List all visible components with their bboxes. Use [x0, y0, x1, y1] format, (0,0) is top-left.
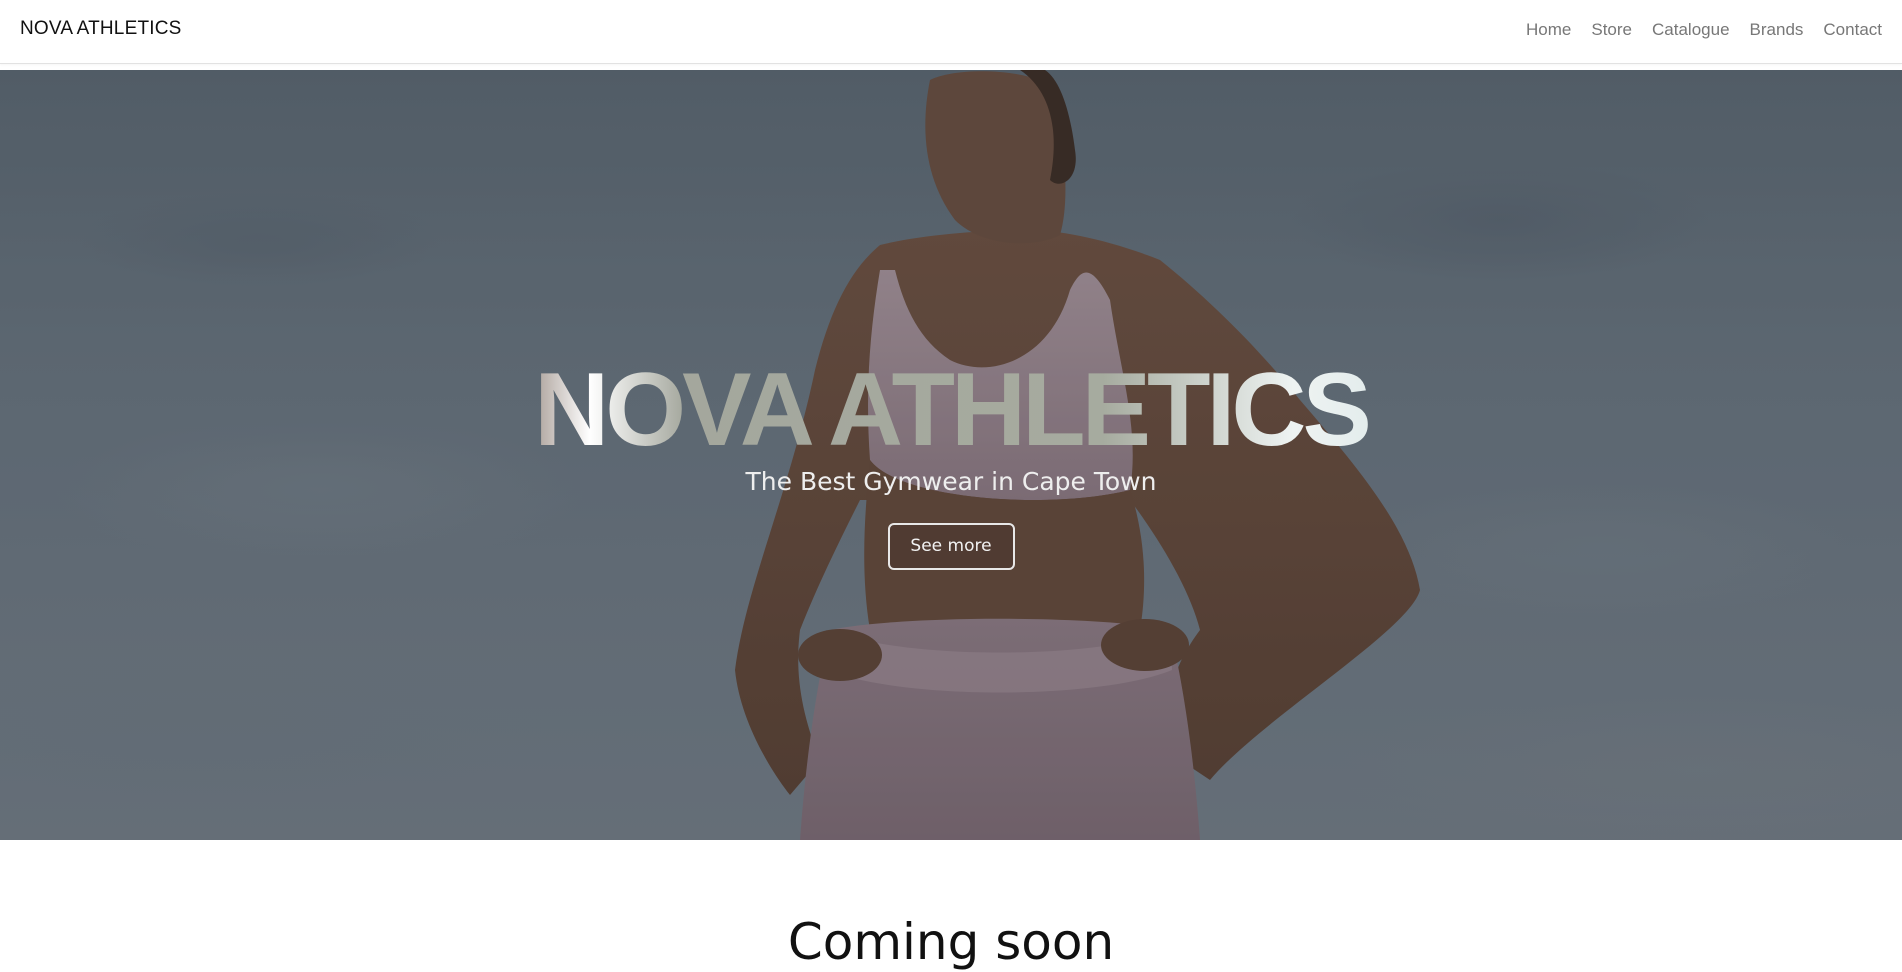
nav-link-home[interactable]: Home	[1526, 20, 1571, 40]
nav-link-catalogue[interactable]: Catalogue	[1652, 20, 1730, 40]
coming-soon-heading: Coming soon	[787, 913, 1115, 971]
brand-logo-link[interactable]: NOVA ATHLETICS	[20, 18, 182, 40]
hero-subtitle: The Best Gymwear in Cape Town	[745, 467, 1157, 496]
nav-link-store[interactable]: Store	[1591, 20, 1632, 40]
nav-link-brands[interactable]: Brands	[1750, 20, 1804, 40]
top-navbar: NOVA ATHLETICS Home Store Catalogue Bran…	[0, 0, 1902, 64]
hero-content: NOVA ATHLETICS The Best Gymwear in Cape …	[0, 352, 1902, 570]
see-more-button[interactable]: See more	[887, 523, 1015, 570]
hero-title: NOVA ATHLETICS	[0, 352, 1902, 468]
main-nav: Home Store Catalogue Brands Contact	[1526, 20, 1882, 40]
hero-banner: NOVA ATHLETICS The Best Gymwear in Cape …	[0, 70, 1902, 840]
nav-link-contact[interactable]: Contact	[1823, 20, 1882, 40]
